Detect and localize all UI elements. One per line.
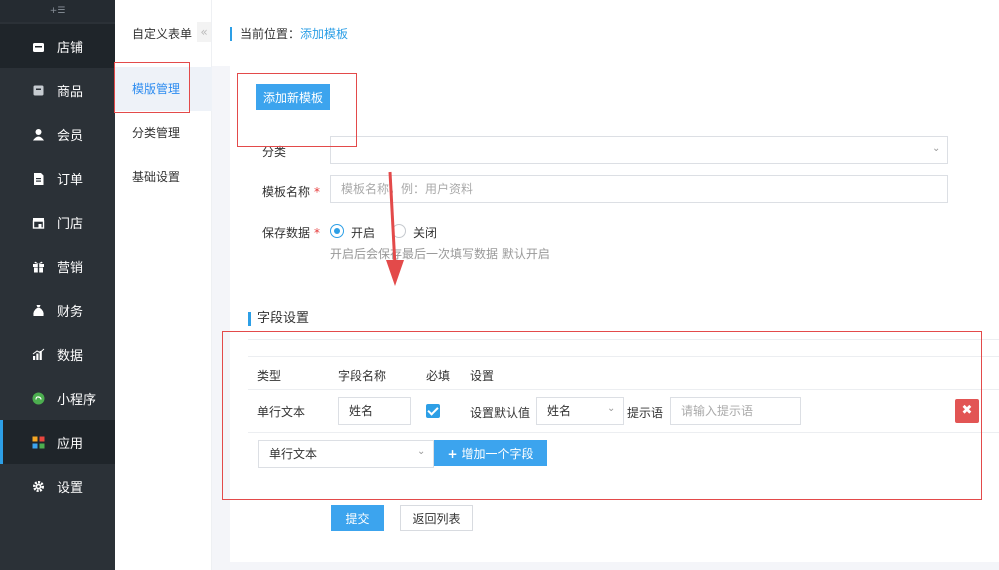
template-name-label-text: 模板名称: [262, 185, 311, 199]
sidebar-item-goods[interactable]: 商品: [0, 68, 115, 112]
chevron-down-icon: ⌄: [417, 446, 426, 457]
delete-field-button[interactable]: ✖: [955, 399, 979, 423]
required-checkbox[interactable]: [426, 404, 440, 418]
menu-toggle-icon[interactable]: +☰: [0, 0, 115, 22]
chevron-down-icon: ⌄: [932, 143, 941, 154]
save-hint-text: 开启后会保存最后一次填写数据 默认开启: [330, 247, 550, 261]
add-template-button[interactable]: 添加新模板: [256, 84, 330, 110]
chevron-left-icon[interactable]: «: [197, 22, 211, 42]
sidebar-item-marketing[interactable]: 营销: [0, 244, 115, 288]
sidebar-item-label: 商品: [57, 84, 84, 100]
back-to-list-button[interactable]: 返回列表: [400, 505, 473, 531]
required-mark: *: [314, 185, 321, 199]
sub-sidebar: 自定义表单 « 模版管理 分类管理 基础设置: [115, 0, 212, 570]
apps-icon: [32, 436, 45, 449]
add-field-button[interactable]: + 增加一个字段: [434, 440, 547, 466]
money-bag-icon: [32, 304, 45, 317]
goods-icon: [32, 84, 45, 97]
sidebar-item-member[interactable]: 会员: [0, 112, 115, 156]
sidebar-item-label: 会员: [57, 128, 84, 144]
hint-label: 提示语: [627, 406, 664, 420]
divider: [248, 356, 999, 357]
gift-icon: [32, 260, 45, 273]
new-field-type-select[interactable]: 单行文本: [258, 440, 434, 468]
category-label: 分类: [262, 145, 287, 159]
sidebar-item-label: 财务: [57, 304, 84, 320]
breadcrumb: 当前位置：添加模板: [230, 27, 348, 41]
sidebar-item-store[interactable]: 店铺: [0, 24, 115, 68]
shop-front-icon: [32, 216, 45, 229]
sidebar-item-apps[interactable]: 应用: [0, 420, 115, 464]
sidebar-item-finance[interactable]: 财务: [0, 288, 115, 332]
submit-button[interactable]: 提交: [331, 505, 384, 531]
divider: [248, 432, 999, 433]
chevron-down-icon: ⌄: [607, 403, 616, 414]
sidebar-item-label: 设置: [57, 480, 84, 496]
subnav-item-basic-settings[interactable]: 基础设置: [115, 155, 212, 199]
sidebar-item-label: 营销: [57, 260, 84, 276]
sidebar-item-label: 门店: [57, 216, 84, 232]
chart-icon: [32, 348, 45, 361]
sidebar-item-label: 订单: [57, 172, 84, 188]
top-bar: 当前位置：添加模板: [212, 0, 999, 66]
divider: [248, 389, 999, 390]
save-on-label[interactable]: 开启: [351, 224, 375, 241]
mini-program-icon: [32, 392, 45, 405]
sidebar-item-label: 店铺: [57, 40, 84, 56]
template-name-label: 模板名称 *: [262, 183, 320, 200]
breadcrumb-current[interactable]: 添加模板: [300, 27, 348, 41]
default-value-label: 设置默认值: [470, 406, 531, 420]
annotation-arrow-icon: [386, 171, 404, 286]
store-icon: [32, 40, 45, 53]
order-icon: [32, 172, 45, 185]
required-mark: *: [314, 226, 321, 240]
subnav-item-category-manage[interactable]: 分类管理: [115, 111, 212, 155]
field-type-text: 单行文本: [257, 405, 306, 419]
divider: [248, 339, 999, 340]
sidebar-item-label: 应用: [57, 436, 84, 452]
save-on-radio[interactable]: [330, 224, 344, 238]
sidebar-item-mini-program[interactable]: 小程序: [0, 376, 115, 420]
main-sidebar: +☰ 店铺 商品 会员 订单 门店 营销 财务 数据 小程序 应用 设置: [0, 0, 115, 570]
template-name-input[interactable]: 模板名称，例：用户资料: [330, 175, 948, 203]
form-panel: 添加新模板 分类 ⌄ 模板名称 * 模板名称，例：用户资料 保存数据 * 开启 关闭…: [230, 66, 999, 562]
sidebar-item-order[interactable]: 订单: [0, 156, 115, 200]
sidebar-item-shop-front[interactable]: 门店: [0, 200, 115, 244]
breadcrumb-prefix: 当前位置：: [240, 27, 301, 41]
sidebar-item-label: 数据: [57, 348, 84, 364]
member-icon: [32, 128, 45, 141]
plus-icon: +: [447, 446, 458, 461]
sidebar-item-data[interactable]: 数据: [0, 332, 115, 376]
category-select[interactable]: [330, 136, 948, 164]
save-data-label-text: 保存数据: [262, 226, 311, 240]
save-data-label: 保存数据 *: [262, 224, 320, 241]
add-field-button-label: 增加一个字段: [461, 446, 534, 461]
column-header-settings: 设置: [470, 369, 495, 383]
column-header-type: 类型: [257, 369, 282, 383]
sidebar-item-settings[interactable]: 设置: [0, 464, 115, 508]
field-settings-title: 字段设置: [248, 312, 309, 326]
save-off-label[interactable]: 关闭: [413, 224, 437, 241]
column-header-field-name: 字段名称: [338, 369, 387, 383]
subnav-item-template-manage[interactable]: 模版管理: [115, 67, 212, 111]
gear-icon: [32, 480, 45, 493]
sidebar-item-label: 小程序: [57, 392, 97, 408]
field-name-input[interactable]: 姓名: [338, 397, 411, 425]
column-header-required: 必填: [426, 369, 451, 383]
hint-input[interactable]: 请输入提示语: [670, 397, 801, 425]
